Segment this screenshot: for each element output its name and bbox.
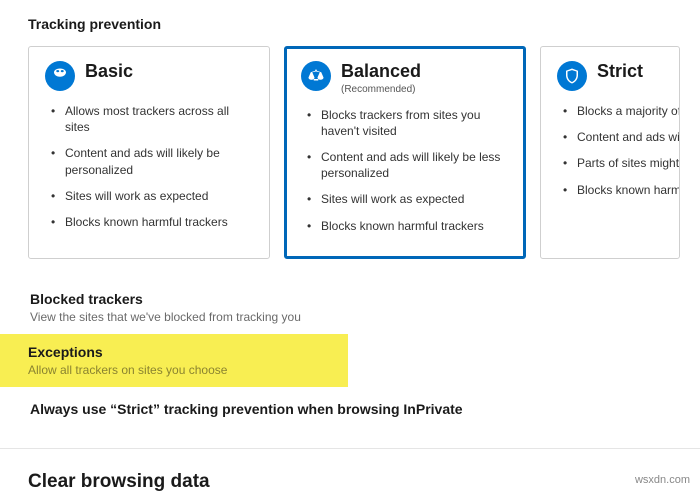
- strict-bullet: Content and ads will likely have minimal…: [563, 129, 665, 145]
- mask-icon: [45, 61, 75, 91]
- exceptions-desc: Allow all trackers on sites you choose: [28, 363, 338, 377]
- shield-icon: [557, 61, 587, 91]
- tracking-level-cards: Basic Allows most trackers across all si…: [28, 46, 680, 259]
- watermark: wsxdn.com: [635, 474, 690, 486]
- scales-icon: [301, 61, 331, 91]
- blocked-trackers-row[interactable]: Blocked trackers View the sites that we'…: [28, 281, 680, 334]
- tracking-level-basic[interactable]: Basic Allows most trackers across all si…: [28, 46, 270, 259]
- exceptions-title: Exceptions: [28, 344, 338, 360]
- balanced-bullet: Content and ads will likely be less pers…: [307, 149, 511, 181]
- divider: [0, 448, 700, 449]
- strict-bullet: Blocks a majority of trackers from all s…: [563, 103, 665, 119]
- basic-title: Basic: [85, 61, 133, 83]
- inprivate-strict-row[interactable]: Always use “Strict” tracking prevention …: [28, 387, 680, 434]
- strict-title: Strict: [597, 61, 643, 83]
- blocked-trackers-title: Blocked trackers: [30, 291, 676, 307]
- tracking-level-strict[interactable]: Strict Blocks a majority of trackers fro…: [540, 46, 680, 259]
- basic-bullet: Allows most trackers across all sites: [51, 103, 255, 135]
- exceptions-row[interactable]: Exceptions Allow all trackers on sites y…: [0, 334, 348, 387]
- strict-bullet: Parts of sites might not work: [563, 155, 665, 171]
- strict-bullet: Blocks known harmful trackers: [563, 182, 665, 198]
- tracking-prevention-title: Tracking prevention: [28, 16, 680, 32]
- balanced-bullet: Blocks trackers from sites you haven't v…: [307, 107, 511, 139]
- basic-bullet: Content and ads will likely be personali…: [51, 145, 255, 177]
- balanced-title: Balanced: [341, 61, 421, 83]
- balanced-subtitle: (Recommended): [341, 84, 421, 95]
- balanced-bullet: Blocks known harmful trackers: [307, 218, 511, 234]
- balanced-bullet: Sites will work as expected: [307, 191, 511, 207]
- blocked-trackers-desc: View the sites that we've blocked from t…: [30, 310, 676, 324]
- clear-browsing-data-title: Clear browsing data: [28, 471, 680, 493]
- inprivate-strict-title: Always use “Strict” tracking prevention …: [30, 401, 678, 417]
- basic-bullet: Blocks known harmful trackers: [51, 214, 255, 230]
- basic-bullet: Sites will work as expected: [51, 188, 255, 204]
- tracking-level-balanced[interactable]: Balanced (Recommended) Blocks trackers f…: [284, 46, 526, 259]
